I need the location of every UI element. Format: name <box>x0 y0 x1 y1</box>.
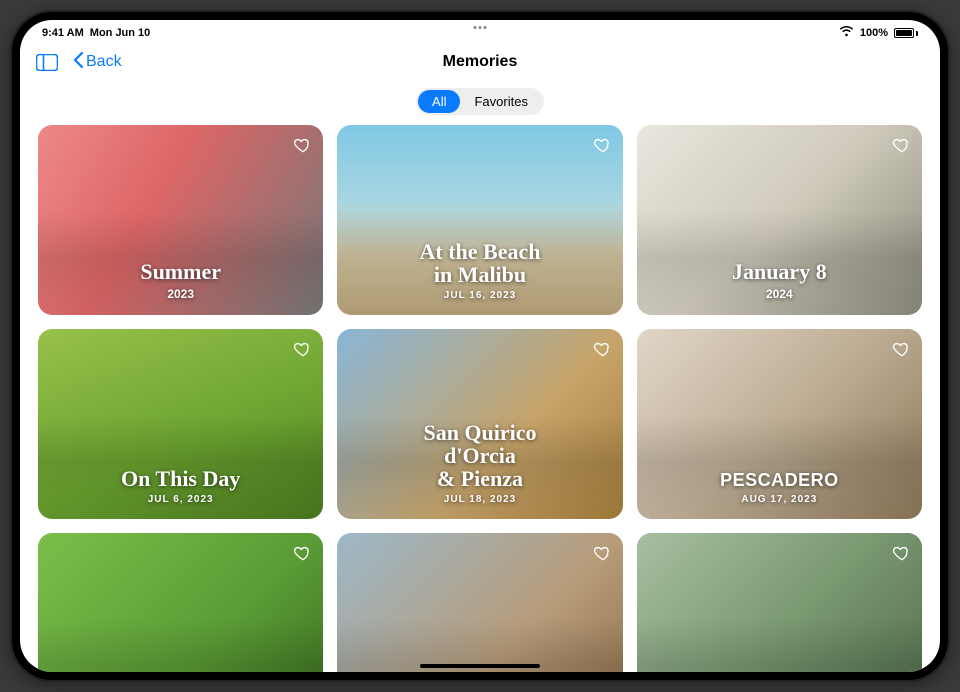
memory-card[interactable]: PESCADERO AUG 17, 2023 <box>637 329 922 519</box>
back-label: Back <box>86 53 122 71</box>
memory-card[interactable]: THE GREAT <box>637 533 922 672</box>
wifi-icon <box>839 26 854 40</box>
favorite-heart-icon[interactable] <box>591 133 615 157</box>
favorite-heart-icon[interactable] <box>291 133 315 157</box>
memory-title: On This Day <box>38 467 323 490</box>
ipad-frame: 9:41 AM Mon Jun 10 100% <box>10 10 950 682</box>
segment-all[interactable]: All <box>418 90 460 113</box>
status-date: Mon Jun 10 <box>90 27 151 39</box>
memory-subtitle: JUL 18, 2023 <box>337 494 622 505</box>
memory-title: At the Beach in Malibu <box>337 240 622 286</box>
favorite-heart-icon[interactable] <box>890 337 914 361</box>
memory-subtitle: AUG 17, 2023 <box>637 494 922 505</box>
status-bar: 9:41 AM Mon Jun 10 100% <box>20 20 940 42</box>
favorite-heart-icon[interactable] <box>291 337 315 361</box>
screen: 9:41 AM Mon Jun 10 100% <box>20 20 940 672</box>
status-time: 9:41 AM <box>42 27 84 39</box>
battery-icon <box>894 28 918 38</box>
battery-percent: 100% <box>860 27 888 39</box>
memory-card[interactable]: Summer 2023 <box>38 125 323 315</box>
segment-favorites[interactable]: Favorites <box>460 90 541 113</box>
favorite-heart-icon[interactable] <box>291 541 315 565</box>
memory-title: Summer <box>38 260 323 283</box>
favorite-heart-icon[interactable] <box>591 541 615 565</box>
nav-bar: Back Memories <box>20 42 940 82</box>
filter-segmented-control: All Favorites <box>20 82 940 125</box>
memory-title: San Quirico d'Orcia & Pienza <box>337 421 622 490</box>
memory-card[interactable]: On This Day JUL 6, 2023 <box>38 329 323 519</box>
memory-title: January 8 <box>637 260 922 283</box>
page-title: Memories <box>443 53 518 71</box>
sidebar-toggle-button[interactable] <box>36 53 58 71</box>
memory-subtitle: 2023 <box>38 287 323 301</box>
memory-title: PESCADERO <box>637 471 922 490</box>
memory-card[interactable]: San Quirico d'Orcia & Pienza JUL 18, 2023 <box>337 329 622 519</box>
memory-card[interactable]: January 8 2024 <box>637 125 922 315</box>
memories-grid: Summer 2023 At the Beach in Malibu JUL 16, … <box>20 125 940 672</box>
back-button[interactable]: Back <box>72 51 122 74</box>
memory-subtitle: JUL 6, 2023 <box>38 494 323 505</box>
memory-subtitle: JUL 16, 2023 <box>337 290 622 301</box>
favorite-heart-icon[interactable] <box>591 337 615 361</box>
favorite-heart-icon[interactable] <box>890 133 914 157</box>
home-indicator[interactable] <box>420 664 540 668</box>
memory-card[interactable]: At the Beach in Malibu JUL 16, 2023 <box>337 125 622 315</box>
favorite-heart-icon[interactable] <box>890 541 914 565</box>
memory-card[interactable]: At the Beach <box>337 533 622 672</box>
chevron-left-icon <box>72 51 84 74</box>
memory-subtitle: 2024 <box>637 287 922 301</box>
memory-card[interactable] <box>38 533 323 672</box>
multitask-indicator-icon[interactable] <box>474 26 487 29</box>
